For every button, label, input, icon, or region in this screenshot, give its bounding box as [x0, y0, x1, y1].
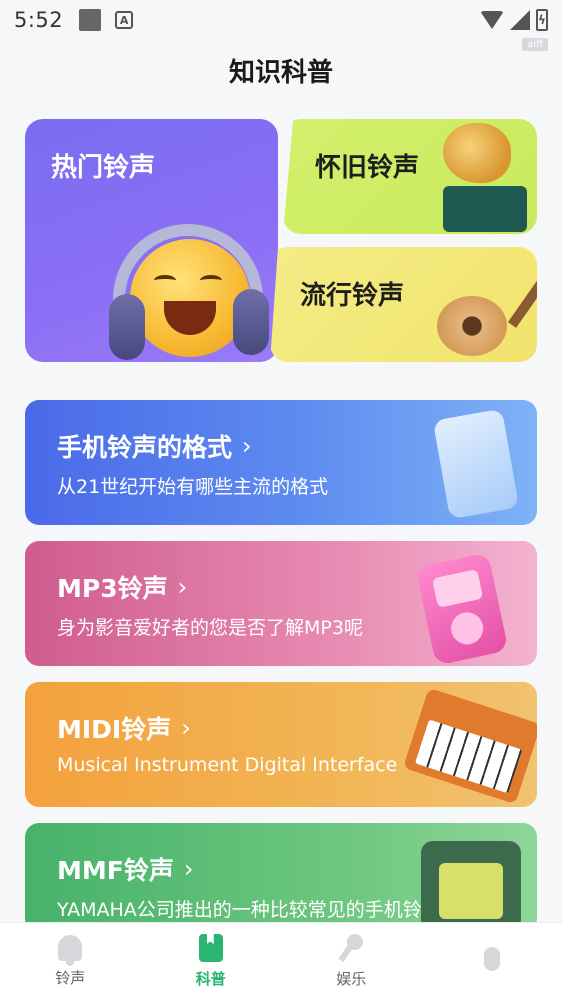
topic-title-text: 手机铃声的格式 [57, 433, 233, 462]
status-bar: 5:52 A ϟ [0, 0, 562, 40]
status-time: 5:52 [14, 8, 64, 32]
wifi-icon [480, 11, 504, 29]
bell-icon [58, 935, 83, 966]
keyboard-illustration-icon [402, 687, 537, 805]
nav-item-profile[interactable] [422, 923, 562, 1000]
nav-label: 科普 [195, 970, 226, 988]
topic-title: MP3铃声 › [57, 569, 187, 605]
microphone-icon [339, 934, 364, 962]
topic-title-text: MIDI铃声 [57, 715, 172, 744]
notification-a-icon: A [115, 11, 134, 29]
status-icons: ϟ [480, 9, 548, 31]
topic-card-mmf[interactable]: MMF铃声 › YAMAHA公司推出的一种比较常见的手机铃... [25, 823, 537, 933]
notification-square-icon [79, 9, 102, 31]
gramophone-icon [443, 186, 527, 232]
battery-icon: ϟ [536, 9, 548, 31]
topic-card-midi[interactable]: MIDI铃声 › Musical Instrument Digital Inte… [25, 682, 537, 807]
category-popular-label: 流行铃声 [300, 281, 405, 311]
bottom-nav: 铃声 科普 娱乐 [0, 922, 562, 1000]
guitar-neck-icon [507, 264, 537, 328]
radio-illustration-icon [421, 841, 521, 931]
topic-card-mp3[interactable]: MP3铃声 › 身为影音爱好者的您是否了解MP3呢 [25, 541, 537, 666]
topic-title: 手机铃声的格式 › [57, 428, 252, 464]
nav-label: 娱乐 [336, 970, 367, 988]
earcup-left-icon [109, 294, 145, 360]
category-card-nostalgic[interactable]: 怀旧铃声 [283, 119, 537, 234]
signal-icon [510, 10, 530, 30]
aiff-badge: aiff [522, 38, 548, 51]
nav-item-entertainment[interactable]: 娱乐 [281, 923, 422, 1000]
nav-item-ringtone[interactable]: 铃声 [0, 923, 141, 1000]
mouse-icon [483, 946, 500, 971]
page-title: 知识科普 [228, 58, 333, 88]
category-card-popular[interactable]: 流行铃声 [270, 247, 537, 362]
guitar-icon [437, 296, 507, 356]
nav-item-science[interactable]: 科普 [141, 923, 282, 1000]
topic-subtitle: 从21世纪开始有哪些主流的格式 [57, 476, 329, 498]
nav-label: 铃声 [55, 969, 86, 987]
book-icon [198, 934, 223, 962]
smiley-emoji-icon [130, 239, 250, 357]
category-card-hot[interactable]: 热门铃声 [25, 119, 278, 362]
phone-illustration-icon [432, 408, 520, 520]
category-nostalgic-label: 怀旧铃声 [315, 153, 420, 183]
topic-card-format[interactable]: 手机铃声的格式 › 从21世纪开始有哪些主流的格式 [25, 400, 537, 525]
chevron-right-icon: › [181, 714, 191, 742]
topic-title-text: MMF铃声 [57, 856, 174, 885]
chevron-right-icon: › [177, 573, 188, 601]
mp3-player-icon [415, 552, 509, 666]
category-hot-label: 热门铃声 [51, 153, 156, 183]
topic-title: MMF铃声 › [57, 851, 193, 887]
topic-title-text: MP3铃声 [57, 574, 168, 603]
gramophone-horn-icon [443, 123, 511, 183]
earcup-right-icon [233, 289, 269, 355]
topic-title: MIDI铃声 › [57, 710, 191, 746]
chevron-right-icon: › [242, 432, 252, 460]
chevron-right-icon: › [183, 855, 194, 883]
